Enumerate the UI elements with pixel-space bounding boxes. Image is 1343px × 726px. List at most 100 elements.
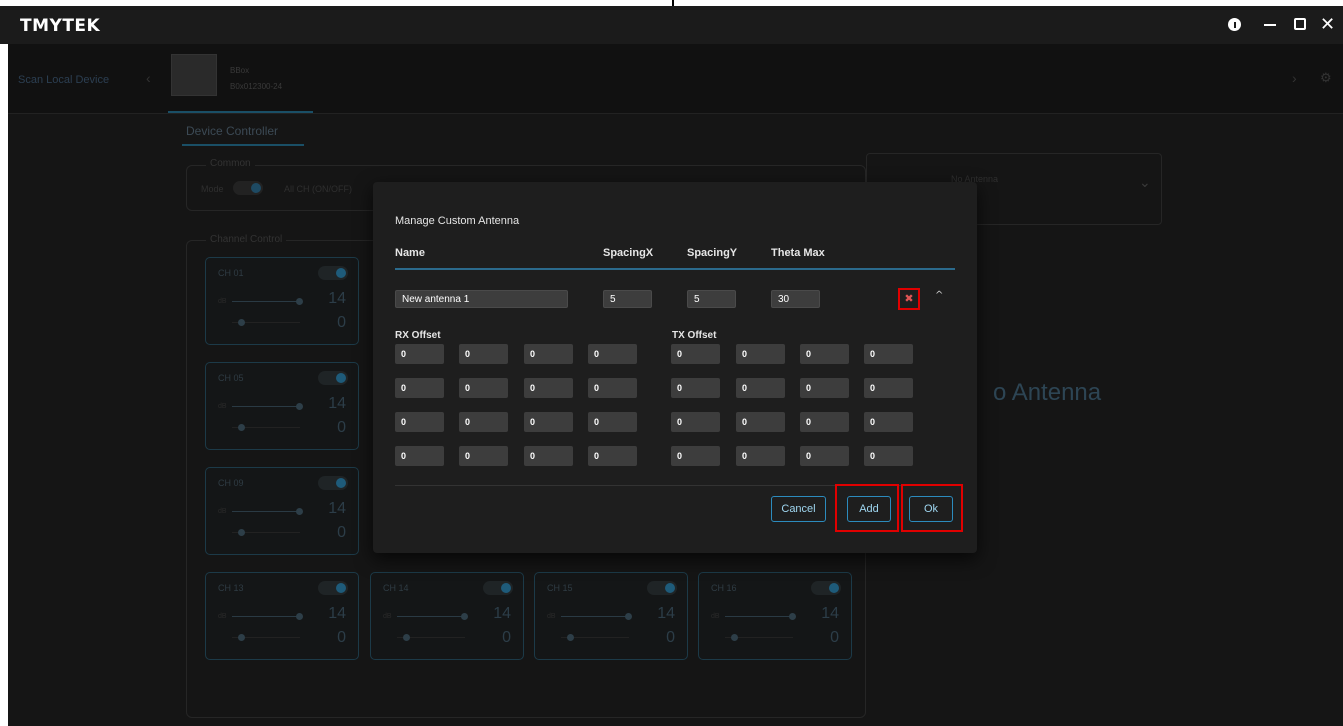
phase-slider[interactable] — [725, 634, 793, 641]
rx-offset-input[interactable]: 0 — [459, 378, 508, 398]
phase-slider[interactable] — [232, 424, 300, 431]
channel-toggle[interactable] — [811, 581, 841, 595]
gain-slider[interactable] — [725, 613, 796, 620]
spacing-x-input[interactable] — [603, 290, 652, 308]
channel-toggle[interactable] — [647, 581, 677, 595]
rx-offset-input[interactable]: 0 — [524, 344, 573, 364]
chevron-down-icon[interactable]: ⌄ — [1139, 174, 1151, 191]
spacing-y-input[interactable] — [687, 290, 736, 308]
gain-slider[interactable] — [232, 298, 303, 305]
rx-offset-input[interactable]: 0 — [395, 344, 444, 364]
tab-device-controller[interactable]: Device Controller — [186, 124, 278, 138]
tx-offset-input[interactable]: 0 — [864, 412, 913, 432]
chevron-left-icon[interactable]: ‹ — [146, 70, 151, 86]
phase-value: 0 — [666, 629, 675, 646]
tx-offset-input[interactable]: 0 — [800, 412, 849, 432]
phase-slider[interactable] — [232, 319, 300, 326]
phase-slider[interactable] — [397, 634, 465, 641]
tx-offset-input[interactable]: 0 — [671, 412, 720, 432]
tx-offset-input[interactable]: 0 — [800, 378, 849, 398]
gain-slider[interactable] — [561, 613, 632, 620]
maximize-icon[interactable] — [1294, 18, 1306, 30]
rx-offset-input[interactable]: 0 — [588, 412, 637, 432]
phase-value: 0 — [337, 314, 346, 331]
header-divider — [395, 268, 955, 270]
tx-offset-input[interactable]: 0 — [864, 344, 913, 364]
gain-slider[interactable] — [232, 508, 303, 515]
tx-offset-input[interactable]: 0 — [800, 344, 849, 364]
delete-antenna-button[interactable]: ✖ — [898, 288, 920, 310]
gain-value: 14 — [328, 395, 346, 412]
info-icon[interactable] — [1228, 18, 1241, 31]
channel-toggle[interactable] — [318, 581, 348, 595]
mode-toggle[interactable] — [233, 181, 263, 195]
rx-offset-input[interactable]: 0 — [459, 344, 508, 364]
channel-card[interactable]: CH 09 dB 14 0 — [205, 467, 359, 555]
rx-offset-input[interactable]: 0 — [459, 446, 508, 466]
common-legend: Common — [206, 158, 255, 169]
header-spacing-x: SpacingX — [603, 247, 654, 259]
channel-label: CH 14 — [383, 583, 409, 593]
scan-device-label[interactable]: Scan Local Device — [18, 74, 109, 86]
antenna-name-input[interactable] — [395, 290, 568, 308]
phase-slider[interactable] — [232, 529, 300, 536]
rx-offset-input[interactable]: 0 — [459, 412, 508, 432]
gain-slider[interactable] — [397, 613, 468, 620]
device-chip-image[interactable] — [171, 54, 217, 96]
channel-card[interactable]: CH 16 dB 14 0 — [698, 572, 852, 660]
rx-offset-input[interactable]: 0 — [524, 378, 573, 398]
gain-slider[interactable] — [232, 613, 303, 620]
tx-offset-input[interactable]: 0 — [864, 378, 913, 398]
rx-offset-input[interactable]: 0 — [524, 412, 573, 432]
rx-offset-input[interactable]: 0 — [395, 446, 444, 466]
tab-underline — [182, 144, 304, 146]
channel-toggle[interactable] — [318, 371, 348, 385]
rx-offset-input[interactable]: 0 — [395, 412, 444, 432]
channel-card[interactable]: CH 01 dB 14 0 — [205, 257, 359, 345]
tx-offset-input[interactable]: 0 — [736, 446, 785, 466]
channel-toggle[interactable] — [318, 476, 348, 490]
cancel-button[interactable]: Cancel — [771, 496, 826, 522]
minimize-icon[interactable] — [1264, 24, 1276, 26]
tx-offset-input[interactable]: 0 — [736, 378, 785, 398]
tx-offset-input[interactable]: 0 — [671, 344, 720, 364]
channel-card[interactable]: CH 13 dB 14 0 — [205, 572, 359, 660]
phase-slider[interactable] — [232, 634, 300, 641]
rx-offset-input[interactable]: 0 — [395, 378, 444, 398]
chevron-up-icon[interactable]: ^ — [935, 290, 943, 301]
rx-offset-input[interactable]: 0 — [588, 378, 637, 398]
db-label: dB — [218, 613, 227, 620]
channel-card[interactable]: CH 15 dB 14 0 — [534, 572, 688, 660]
gear-icon[interactable]: ⚙ — [1320, 70, 1332, 86]
header-name: Name — [395, 247, 425, 259]
phase-value: 0 — [830, 629, 839, 646]
gain-value: 14 — [328, 290, 346, 307]
tx-offset-input[interactable]: 0 — [671, 378, 720, 398]
rx-offset-input[interactable]: 0 — [588, 344, 637, 364]
device-serial: B0x012300-24 — [230, 82, 283, 91]
rx-offset-input[interactable]: 0 — [524, 446, 573, 466]
channel-toggle[interactable] — [318, 266, 348, 280]
channel-label: CH 15 — [547, 583, 573, 593]
tx-offset-input[interactable]: 0 — [736, 344, 785, 364]
close-icon[interactable]: ✕ — [1320, 14, 1335, 35]
device-selected-indicator — [168, 111, 313, 113]
ok-highlight — [901, 484, 963, 532]
all-ch-label: All CH (ON/OFF) — [284, 184, 352, 194]
device-name: BBox — [230, 66, 250, 75]
phase-slider[interactable] — [561, 634, 629, 641]
tx-offset-input[interactable]: 0 — [864, 446, 913, 466]
channel-card[interactable]: CH 05 dB 14 0 — [205, 362, 359, 450]
rx-offset-input[interactable]: 0 — [588, 446, 637, 466]
add-highlight — [835, 484, 899, 532]
tx-offset-input[interactable]: 0 — [736, 412, 785, 432]
header-theta-max: Theta Max — [771, 247, 825, 259]
tx-offset-input[interactable]: 0 — [800, 446, 849, 466]
chevron-right-icon[interactable]: › — [1292, 70, 1297, 86]
gain-slider[interactable] — [232, 403, 303, 410]
theta-max-input[interactable] — [771, 290, 820, 308]
channel-label: CH 16 — [711, 583, 737, 593]
tx-offset-input[interactable]: 0 — [671, 446, 720, 466]
channel-toggle[interactable] — [483, 581, 513, 595]
channel-card[interactable]: CH 14 dB 14 0 — [370, 572, 524, 660]
